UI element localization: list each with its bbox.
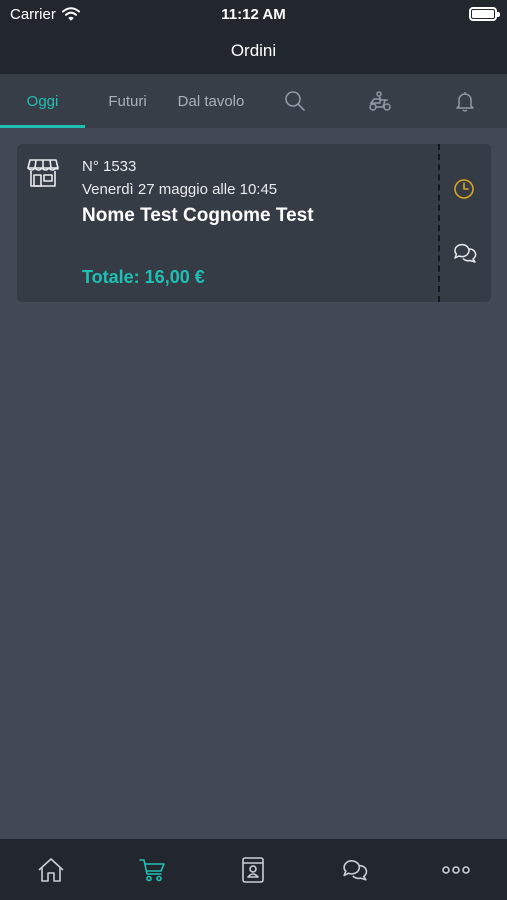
order-total: Totale: 16,00 € (82, 267, 205, 287)
wifi-icon (61, 7, 80, 21)
tab-futuri[interactable]: Futuri (85, 74, 170, 128)
bottom-navigation (0, 839, 507, 900)
bottom-nav-messages[interactable] (325, 839, 385, 900)
tab-bar: Oggi Futuri Dal tavolo (0, 74, 507, 128)
cart-icon (139, 858, 165, 881)
tab-dal-tavolo-label: Dal tavolo (177, 92, 245, 110)
tab-oggi[interactable]: Oggi (0, 74, 85, 128)
battery-icon (469, 7, 500, 21)
page-title: Ordini (230, 41, 277, 60)
tab-oggi-label: Oggi (26, 92, 59, 110)
navigation-bar: Ordini (0, 28, 507, 74)
home-icon (38, 857, 64, 882)
more-icon (442, 865, 471, 874)
chat-icon[interactable] (453, 242, 477, 264)
order-date: Venerdì 27 maggio alle 10:45 (82, 181, 278, 198)
scooter-icon (368, 91, 391, 111)
tab-notifications[interactable] (422, 74, 507, 128)
carrier-group: Carrier (10, 6, 80, 23)
shop-icon (27, 159, 59, 187)
status-bar: Carrier 11:12 AM (0, 0, 507, 28)
contacts-icon (242, 856, 265, 883)
customer-name: Nome Test Cognome Test (82, 205, 314, 226)
bottom-nav-contacts[interactable] (223, 839, 283, 900)
bell-icon (455, 92, 474, 112)
tab-delivery[interactable] (337, 74, 422, 128)
bottom-nav-orders[interactable] (122, 839, 182, 900)
order-card[interactable]: N° 1533 Venerdì 27 maggio alle 10:45 Nom… (17, 144, 491, 302)
order-number: N° 1533 (82, 158, 137, 175)
carrier-label: Carrier (10, 5, 56, 23)
tab-futuri-label: Futuri (108, 92, 147, 110)
clock-icon[interactable] (453, 178, 475, 200)
bottom-nav-home[interactable] (21, 839, 81, 900)
tab-dal-tavolo[interactable]: Dal tavolo (170, 74, 252, 128)
card-divider (438, 144, 440, 302)
tab-search[interactable] (252, 74, 337, 128)
chat-icon (343, 859, 368, 881)
search-icon (284, 91, 305, 111)
bottom-nav-more[interactable] (426, 839, 486, 900)
